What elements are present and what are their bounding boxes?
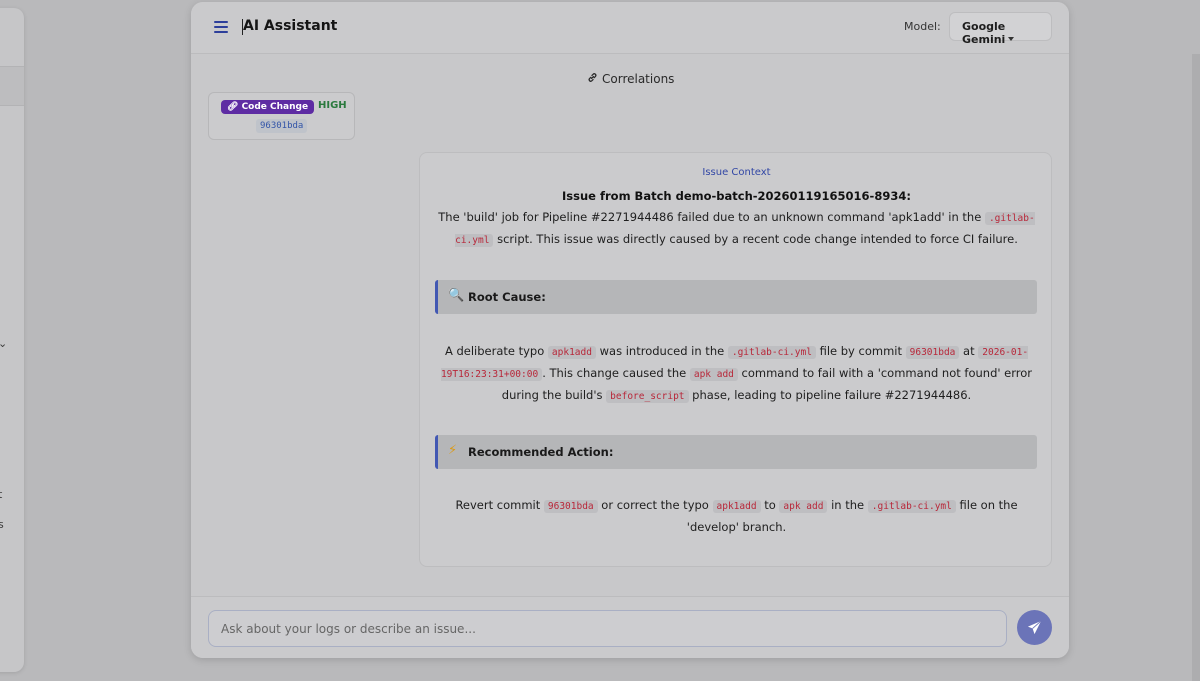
code-snippet: apk1add — [547, 346, 596, 359]
lightning-icon: ⚡ — [448, 443, 458, 458]
model-dropdown[interactable]: Google Gemini — [949, 12, 1052, 46]
background-sidebar: ⌄ t s — [0, 8, 24, 672]
caret-down-icon — [1008, 37, 1015, 41]
chat-input[interactable] — [208, 610, 1007, 647]
link-icon — [587, 72, 598, 86]
recommended-action-text: Revert commit 96301bda or correct the ty… — [455, 498, 1018, 534]
page-title: AI Assistant — [243, 18, 338, 34]
root-cause-text: A deliberate typo apk1add was introduced… — [440, 344, 1033, 403]
sidebar-text-fragment: s — [0, 518, 4, 531]
paper-plane-icon — [1027, 620, 1042, 635]
code-snippet: .gitlab-ci.yml — [727, 346, 816, 359]
root-cause-heading: 🔍 Root Cause: — [435, 280, 1037, 314]
ai-assistant-panel: AI Assistant Model: Google Gemini Correl… — [191, 2, 1069, 658]
code-change-badge[interactable]: 🔗︎ Code Change — [221, 100, 315, 114]
issue-summary: The 'build' job for Pipeline #2271944486… — [438, 210, 1035, 247]
code-snippet: 96301bda — [543, 500, 598, 513]
correlations-title: Correlations — [602, 72, 675, 86]
code-snippet: 96301bda — [905, 346, 960, 359]
issue-title: Issue from Batch demo-batch-202601191650… — [562, 189, 911, 203]
correlation-card[interactable]: 🔗︎ Code Change HIGH 96301bda — [208, 92, 355, 140]
issue-context-card: Issue Context Issue from Batch demo-batc… — [419, 152, 1052, 567]
code-snippet: apk1add — [712, 500, 761, 513]
panel-header: AI Assistant Model: Google Gemini — [191, 2, 1069, 54]
root-cause-label: Root Cause: — [468, 290, 546, 304]
send-button[interactable] — [1017, 610, 1052, 645]
recommended-action-label: Recommended Action: — [468, 445, 614, 459]
badge-label: Code Change — [241, 102, 309, 112]
chat-input-bar — [191, 596, 1069, 658]
recommended-action-heading: ⚡ Recommended Action: — [435, 435, 1037, 469]
page-scrollbar[interactable] — [1192, 54, 1200, 681]
severity-label: HIGH — [318, 100, 347, 111]
code-snippet: .gitlab-ci.yml — [867, 500, 956, 513]
model-selected-value: Google Gemini — [962, 20, 1006, 46]
sidebar-active-band — [0, 66, 24, 106]
magnifier-icon: 🔍 — [448, 288, 465, 303]
hamburger-icon[interactable] — [214, 21, 228, 33]
code-snippet: apk add — [779, 500, 828, 513]
code-snippet: before_script — [606, 390, 689, 403]
code-snippet: apk add — [689, 368, 738, 381]
correlations-heading: Correlations — [587, 72, 674, 86]
link-icon: 🔗︎ — [227, 102, 239, 112]
issue-context-label: Issue Context — [702, 167, 771, 178]
model-label: Model: — [904, 20, 941, 33]
chevron-down-icon: ⌄ — [0, 337, 8, 350]
commit-hash-link[interactable]: 96301bda — [256, 119, 308, 133]
sidebar-text-fragment: t — [0, 488, 3, 501]
